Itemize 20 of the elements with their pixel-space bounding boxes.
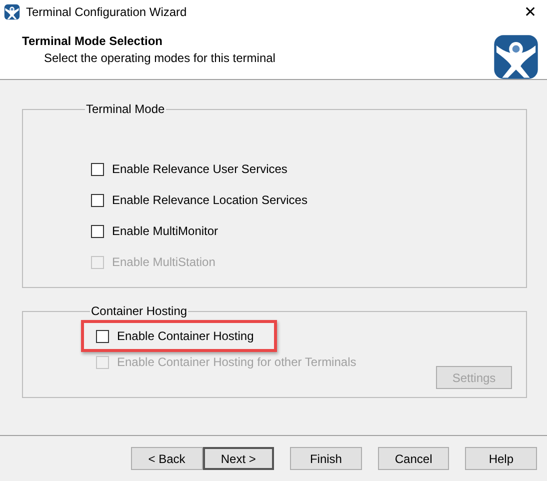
checkbox[interactable] — [96, 330, 109, 342]
wizard-button[interactable]: < Back — [131, 447, 203, 470]
checkbox-option[interactable]: Enable Relevance Location Services — [91, 193, 308, 207]
page-title: Terminal Mode Selection — [22, 34, 164, 48]
wizard-button[interactable]: Next > — [202, 447, 274, 470]
page-subtitle: Select the operating modes for this terminal — [43, 51, 276, 65]
checkbox-option[interactable]: Enable Relevance User Services — [91, 162, 288, 176]
checkbox-option[interactable]: Enable MultiMonitor — [91, 224, 218, 238]
checkbox[interactable] — [91, 194, 104, 206]
checkbox[interactable] — [91, 162, 104, 176]
checkbox[interactable] — [91, 224, 104, 238]
window-title: Terminal Configuration Wizard — [26, 5, 188, 19]
wizard-button[interactable]: Finish — [290, 447, 362, 470]
group-title: Terminal Mode — [85, 102, 166, 116]
wizard-button[interactable]: Cancel — [378, 447, 450, 470]
wizard-button[interactable]: Help — [465, 447, 537, 470]
checkbox-option[interactable]: Enable Container Hosting — [96, 329, 254, 343]
group-title: Container Hosting — [90, 304, 188, 318]
close-button[interactable]: ✕ — [524, 3, 537, 21]
app-logo-icon — [4, 4, 20, 20]
